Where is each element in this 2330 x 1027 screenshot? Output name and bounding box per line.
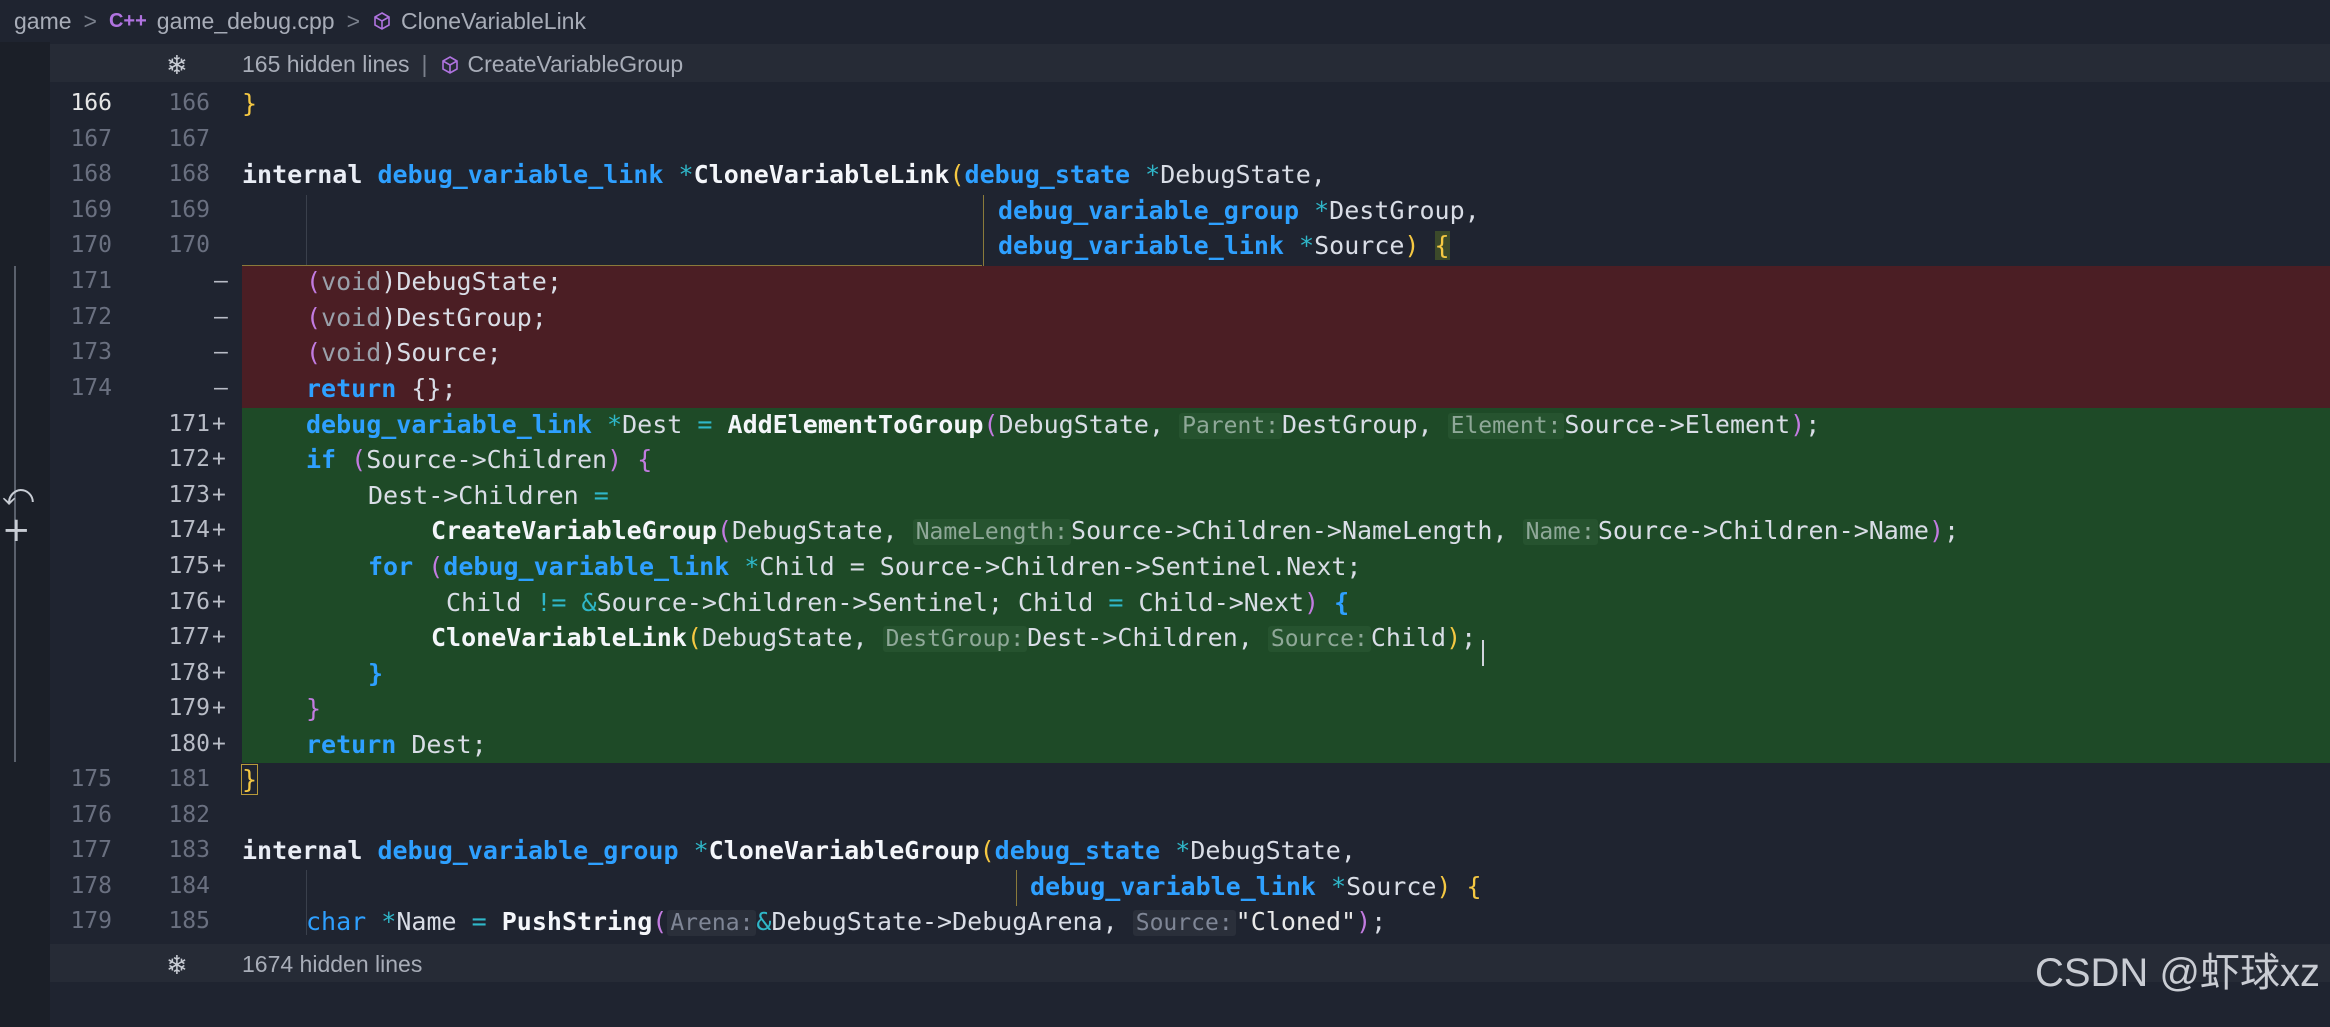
code-line-added[interactable]: Child != &Source->Children->Sentinel; Ch…: [0, 585, 2330, 621]
breadcrumb-root[interactable]: game: [14, 8, 72, 35]
inlay-hint: Arena:: [667, 910, 757, 936]
watermark: CSDN @虾球xz: [2034, 951, 2320, 995]
code-line[interactable]: internal debug_variable_link *CloneVaria…: [0, 157, 2330, 193]
code-line-added[interactable]: Dest->Children =: [0, 478, 2330, 514]
separator: |: [421, 51, 428, 77]
breadcrumb: game > C++ game_debug.cpp > CloneVariabl…: [0, 0, 2330, 42]
breadcrumb-file[interactable]: game_debug.cpp: [157, 8, 335, 35]
code-line-added[interactable]: for (debug_variable_link *Child = Source…: [0, 549, 2330, 585]
snowflake-icon: ❄: [166, 950, 188, 980]
code-line-added[interactable]: }: [0, 691, 2330, 727]
inlay-hint: DestGroup:: [882, 626, 1028, 652]
fold-symbol: CreateVariableGroup: [467, 51, 684, 77]
inlay-hint: Source:: [1267, 626, 1371, 652]
fold-hidden-lines: 1674 hidden lines: [242, 951, 423, 977]
code-line[interactable]: debug_variable_group *DestGroup,: [0, 193, 2330, 229]
code-line[interactable]: debug_variable_link *Source) {: [0, 869, 2330, 905]
symbol-method-icon: [441, 56, 458, 74]
inlay-hint: Parent:: [1179, 413, 1283, 439]
modified-line-number: 167: [168, 126, 210, 152]
original-line-number: 167: [70, 126, 112, 152]
code-line-added[interactable]: if (Source->Children) {: [0, 442, 2330, 478]
code-line-deleted[interactable]: (void)DebugState;: [0, 264, 2330, 300]
cpp-file-icon: C++: [108, 9, 147, 32]
chevron-right-icon: >: [346, 7, 360, 34]
code-line-added[interactable]: CreateVariableGroup(DebugState, NameLeng…: [0, 513, 2330, 549]
breadcrumb-symbol[interactable]: CloneVariableLink: [401, 8, 586, 35]
inlay-hint: Element:: [1447, 413, 1565, 439]
symbol-method-icon: [374, 12, 390, 30]
chevron-right-icon: >: [83, 7, 97, 34]
code-line-deleted[interactable]: (void)DestGroup;: [0, 300, 2330, 336]
fold-region-bottom[interactable]: ❄ 1674 hidden lines: [50, 944, 2330, 982]
code-line-added[interactable]: return Dest;: [0, 727, 2330, 763]
code-line[interactable]: char *Name = PushString(Arena: &DebugStat…: [0, 904, 2330, 940]
code-line[interactable]: debug_variable_link *Source) {: [0, 228, 2330, 264]
snowflake-icon: ❄: [166, 50, 188, 80]
code-line-deleted[interactable]: (void)Source;: [0, 335, 2330, 371]
code-line-added[interactable]: debug_variable_link *Dest = AddElementTo…: [0, 407, 2330, 443]
inlay-hint: NameLength:: [912, 519, 1072, 545]
fold-region-top[interactable]: ❄ 165 hidden lines | CreateVariableGroup: [50, 44, 2330, 82]
code-line[interactable]: }: [0, 86, 2330, 122]
inlay-hint: Source:: [1132, 910, 1236, 936]
original-line-number: 176: [70, 802, 112, 828]
line-number-row: 176 182: [0, 798, 2330, 834]
code-line-deleted[interactable]: return {};: [0, 371, 2330, 407]
code-line[interactable]: internal debug_variable_group *CloneVari…: [0, 833, 2330, 869]
fold-hidden-lines: 165 hidden lines: [242, 51, 410, 77]
code-line[interactable]: }: [0, 762, 2330, 798]
code-line-added[interactable]: CloneVariableLink(DebugState, DestGroup:…: [0, 620, 2330, 656]
modified-line-number: 182: [168, 802, 210, 828]
inlay-hint: Name:: [1522, 519, 1598, 545]
line-number-row: 167 167: [0, 122, 2330, 158]
text-cursor-icon: [1482, 640, 1484, 666]
code-line-added[interactable]: }: [0, 656, 2330, 692]
